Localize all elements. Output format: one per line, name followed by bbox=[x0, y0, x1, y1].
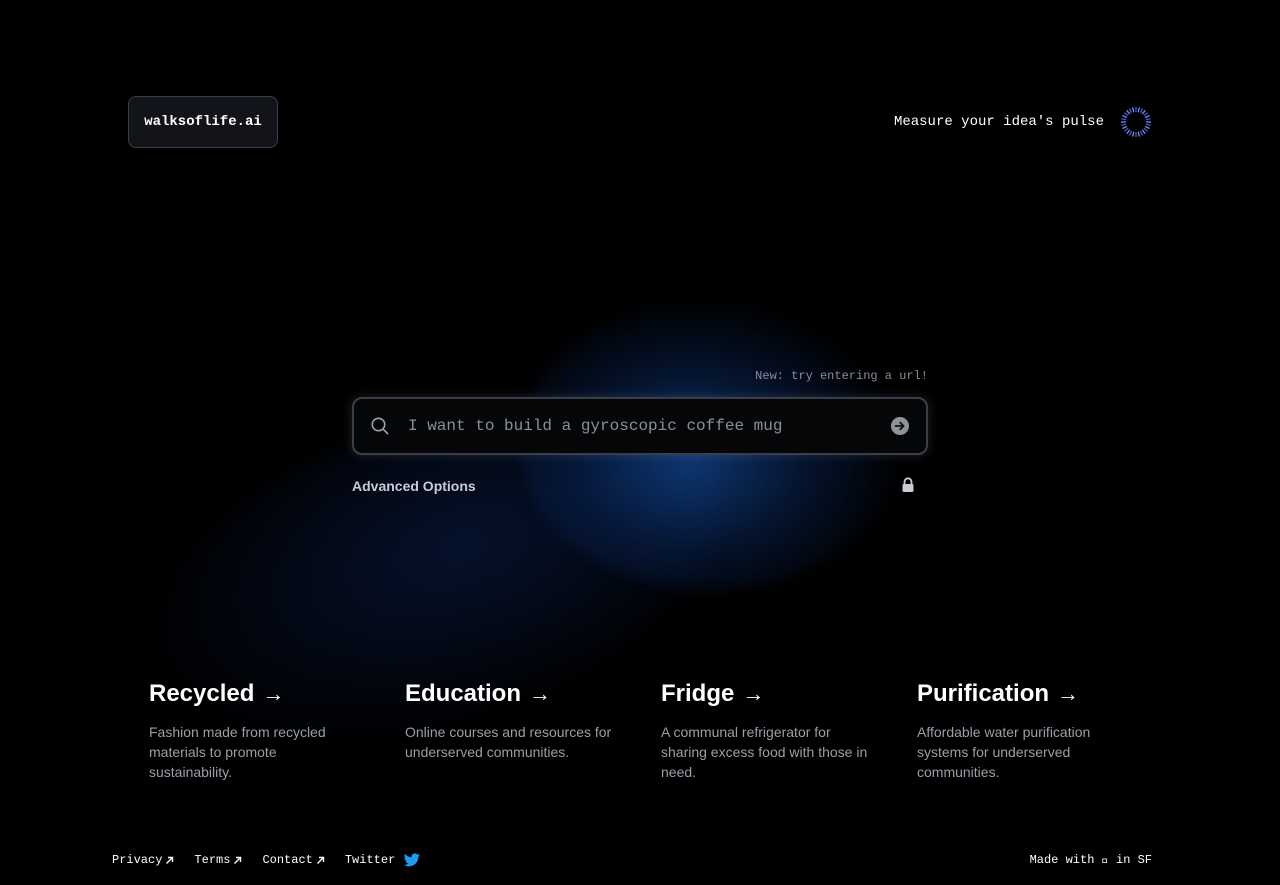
arrow-up-right-icon bbox=[234, 856, 242, 864]
footer-link-twitter[interactable]: Twitter bbox=[345, 853, 421, 867]
arrow-right-icon: → bbox=[262, 681, 285, 706]
arrow-right-icon: → bbox=[742, 681, 765, 706]
url-hint: New: try entering a url! bbox=[755, 369, 928, 383]
arrow-up-right-icon bbox=[166, 856, 174, 864]
footer: Privacy Terms Contact Twitter Made with … bbox=[112, 851, 1152, 869]
idea-card-purification[interactable]: Purification → Affordable water purificat… bbox=[917, 680, 1127, 782]
arrow-right-circle-icon[interactable] bbox=[890, 416, 910, 436]
logo[interactable]: walksoflife.ai bbox=[128, 96, 278, 148]
arrow-right-icon: → bbox=[1057, 681, 1080, 706]
footer-links: Privacy Terms Contact Twitter bbox=[112, 853, 421, 867]
idea-card-fridge[interactable]: Fridge → A communal refrigerator for shar… bbox=[661, 680, 871, 782]
spinner-icon bbox=[1121, 107, 1151, 137]
footer-link-privacy[interactable]: Privacy bbox=[112, 853, 174, 867]
card-title: Fridge → bbox=[661, 680, 765, 707]
footer-link-contact[interactable]: Contact bbox=[262, 853, 325, 867]
card-title: Education → bbox=[405, 680, 552, 707]
search-input[interactable] bbox=[406, 416, 890, 436]
card-description: Online courses and resources for underse… bbox=[405, 724, 612, 760]
lock-icon[interactable] bbox=[901, 477, 915, 493]
card-description: A communal refrigerator for sharing exce… bbox=[661, 724, 868, 780]
card-title: Recycled → bbox=[149, 680, 285, 707]
footer-link-terms[interactable]: Terms bbox=[194, 853, 242, 867]
idea-card-education[interactable]: Education → Online courses and resources … bbox=[405, 680, 615, 762]
arrow-right-icon: → bbox=[529, 681, 552, 706]
card-description: Affordable water purification systems fo… bbox=[917, 724, 1091, 780]
footer-credit: Made with   in SF bbox=[1029, 853, 1152, 867]
card-title: Purification → bbox=[917, 680, 1080, 707]
card-description: Fashion made from recycled materials to … bbox=[149, 724, 326, 780]
search-bar bbox=[352, 397, 928, 455]
tagline-text: Measure your idea's pulse bbox=[893, 114, 1104, 130]
arrow-up-right-icon bbox=[316, 856, 325, 864]
idea-card-recycled[interactable]: Recycled → Fashion made from recycled mat… bbox=[149, 680, 359, 782]
header-tagline: Measure your idea's pulse bbox=[894, 104, 1152, 140]
twitter-bird-icon bbox=[404, 853, 421, 867]
advanced-options-toggle[interactable]: Advanced Options bbox=[352, 478, 476, 494]
search-icon bbox=[371, 417, 389, 435]
